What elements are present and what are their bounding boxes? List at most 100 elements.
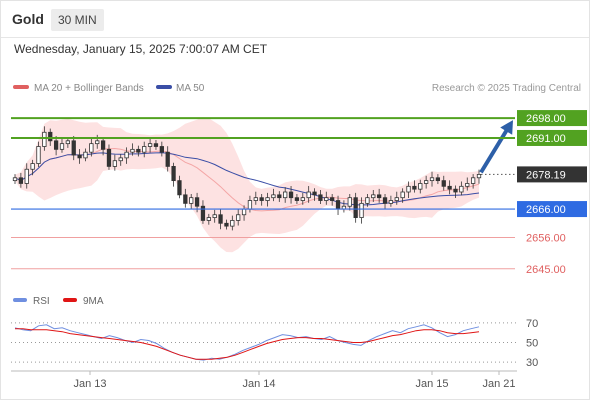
candle-down-body	[200, 205, 206, 221]
candle-down-body	[412, 185, 417, 190]
candle-down-body	[106, 148, 112, 167]
x-tick-label: Jan 14	[242, 378, 275, 390]
candle-down-body	[330, 197, 335, 201]
candle-down-body	[48, 131, 53, 142]
candle-up-body	[283, 191, 288, 199]
timeframe-badge[interactable]: 30 MIN	[51, 9, 104, 31]
last-price-label: 2678.19	[526, 169, 566, 181]
x-tick-label: Jan 15	[415, 378, 448, 390]
candle-down-body	[335, 200, 341, 210]
support-label: 2645.00	[526, 264, 566, 276]
candle-down-body	[441, 180, 446, 187]
candle-up-body	[429, 177, 435, 182]
candle-up-body	[423, 180, 429, 184]
candle-down-body	[224, 222, 229, 227]
resistance-label: 2698.00	[526, 113, 566, 125]
candle-up-body	[359, 202, 364, 218]
candle-down-body	[318, 194, 323, 201]
candle-up-body	[365, 197, 370, 204]
candle-down-body	[53, 140, 59, 150]
candle-down-body	[18, 177, 24, 184]
candle-up-body	[265, 197, 270, 201]
candle-down-body	[453, 188, 458, 193]
x-tick-label: Jan 13	[73, 378, 106, 390]
chart-canvas: MA 20 + Bollinger Bands MA 50 Research ©…	[11, 83, 587, 390]
pivot-label: 2666.00	[526, 204, 566, 216]
candle-up-body	[12, 177, 18, 182]
candle-up-body	[24, 168, 29, 184]
candle-down-body	[218, 214, 223, 224]
candle-up-body	[476, 173, 482, 179]
rsi-tick-label: 70	[526, 318, 538, 330]
candle-down-body	[100, 140, 106, 150]
candle-down-body	[171, 166, 176, 182]
level-support: 2645.00	[11, 264, 566, 276]
candle-up-body	[236, 214, 241, 221]
candle-up-body	[324, 197, 329, 201]
x-tick-label: Jan 21	[482, 378, 515, 390]
rsi-ma-legend-swatch	[63, 298, 77, 302]
candle-up-body	[470, 177, 476, 184]
ma20-legend-swatch	[13, 85, 29, 89]
candle-up-body	[371, 194, 376, 199]
candle-up-body	[89, 143, 94, 153]
ma50-legend-label: MA 50	[176, 83, 205, 94]
chart-widget: Gold 30 MIN Wednesday, January 15, 2025 …	[0, 0, 590, 400]
candle-down-body	[77, 154, 82, 159]
candle-up-body	[212, 214, 217, 218]
candle-up-body	[347, 197, 352, 207]
candle-up-body	[230, 220, 235, 227]
candle-down-body	[435, 177, 441, 182]
candle-down-body	[377, 194, 382, 199]
rsi-ma-legend-label: 9MA	[83, 296, 104, 307]
candle-up-body	[253, 197, 258, 201]
candle-up-body	[95, 140, 100, 145]
candle-up-body	[36, 146, 41, 164]
projection-arrow	[479, 127, 510, 174]
candle-down-body	[277, 194, 282, 199]
candle-up-body	[83, 151, 88, 159]
candle	[171, 162, 176, 187]
resistance-label: 2691.00	[526, 133, 566, 145]
candle-down-body	[177, 180, 182, 196]
candle-down-body	[382, 197, 388, 204]
candle-up-body	[65, 140, 71, 145]
rsi-legend-swatch	[13, 298, 27, 302]
rsi-tick-label: 30	[526, 357, 538, 369]
candle-up-body	[42, 131, 47, 147]
support-label: 2656.00	[526, 233, 566, 245]
level-support: 2656.00	[11, 233, 566, 245]
candle-up-body	[206, 217, 211, 221]
candle-down-body	[259, 197, 264, 201]
credit-text: Research © 2025 Trading Central	[432, 83, 581, 94]
candle-up-body	[400, 191, 405, 199]
candle-down-body	[447, 185, 452, 190]
ma20-legend-label: MA 20 + Bollinger Bands	[34, 83, 144, 94]
candle-up-body	[30, 163, 35, 170]
candle-up-body	[112, 160, 117, 167]
candle-up-body	[59, 143, 65, 150]
candle-down-body	[159, 146, 164, 153]
candle-up-body	[388, 200, 394, 204]
header-bar: Gold 30 MIN	[1, 1, 589, 38]
ma50-legend-swatch	[156, 85, 172, 89]
candle-down-body	[294, 197, 300, 201]
candle-down-body	[183, 194, 188, 204]
candle-up-body	[306, 191, 311, 199]
x-axis: Jan 13 Jan 14 Jan 15 Jan 21	[73, 371, 516, 390]
candle-up-body	[418, 183, 423, 190]
candle-down-body	[353, 197, 358, 218]
level-last: 2678.19	[481, 166, 587, 183]
candle-up-body	[247, 200, 253, 210]
rsi-legend-label: RSI	[33, 296, 50, 307]
candle-up-body	[271, 194, 276, 199]
candle-down-body	[153, 143, 159, 147]
candle-up-body	[142, 146, 147, 153]
candle-up-body	[130, 148, 135, 153]
candle-up-body	[189, 197, 194, 204]
candle-up-body	[300, 197, 305, 201]
candle-up-body	[394, 197, 399, 201]
candle-up-body	[147, 143, 153, 147]
candle-up-body	[459, 185, 464, 193]
candle-down-body	[71, 140, 76, 156]
